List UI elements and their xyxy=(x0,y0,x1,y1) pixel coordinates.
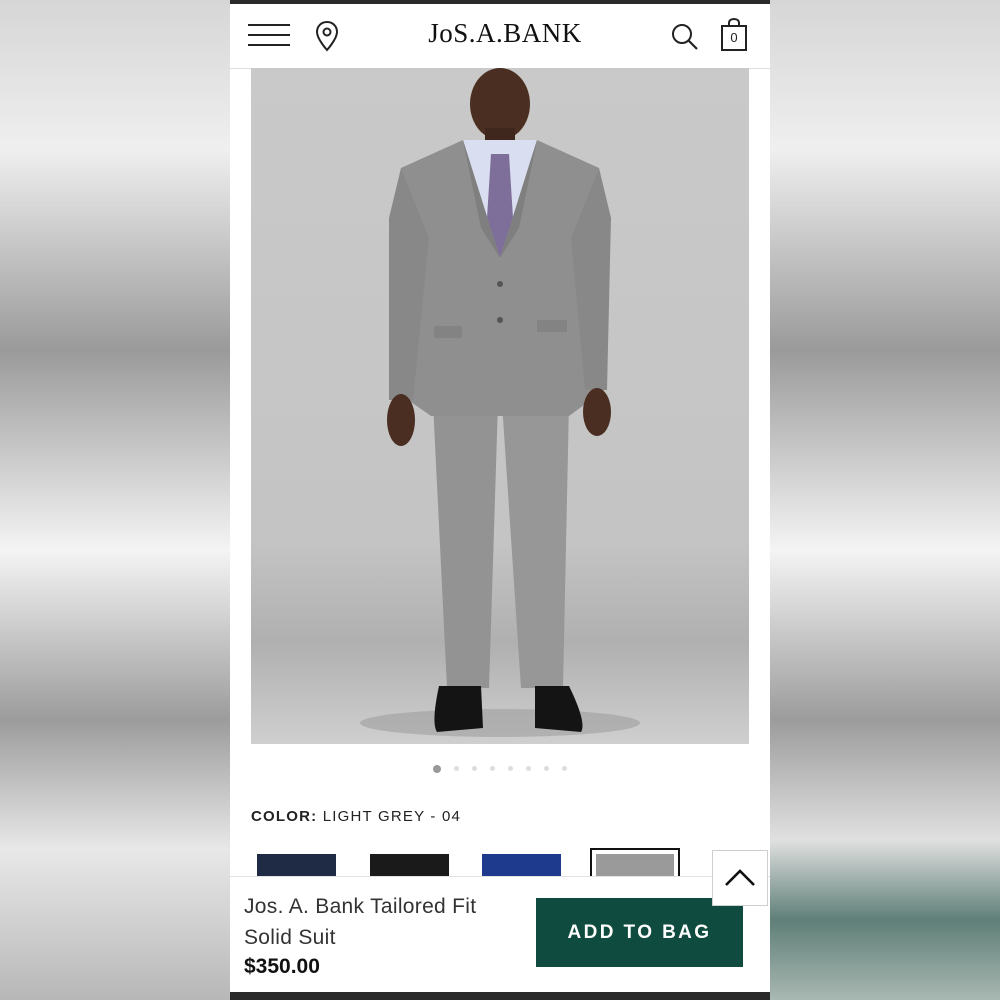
carousel-dot[interactable] xyxy=(454,766,459,772)
product-image[interactable] xyxy=(251,68,749,744)
site-header: JoS.A.BANK 0 xyxy=(230,4,770,69)
carousel-dot[interactable] xyxy=(472,766,477,772)
brand-logo[interactable]: JoS.A.BANK xyxy=(420,18,590,49)
swatch-navy[interactable] xyxy=(257,854,336,878)
swatch-light-grey-fill xyxy=(596,854,674,876)
carousel-dot[interactable] xyxy=(508,766,513,772)
scroll-to-top-button[interactable] xyxy=(712,850,768,906)
carousel-dot[interactable] xyxy=(562,766,567,772)
color-selection-label: COLOR: LIGHT GREY - 04 xyxy=(251,808,461,825)
swatch-black[interactable] xyxy=(370,854,449,878)
color-value: LIGHT GREY - 04 xyxy=(322,808,462,825)
carousel-dot[interactable] xyxy=(433,764,441,773)
hamburger-menu-icon[interactable] xyxy=(248,20,292,50)
carousel-dot[interactable] xyxy=(544,766,549,772)
chevron-up-icon xyxy=(725,869,755,886)
carousel-dot[interactable] xyxy=(490,766,495,772)
carousel-indicator[interactable] xyxy=(230,760,770,773)
system-nav-bar xyxy=(230,992,770,1000)
shopping-bag-icon[interactable]: 0 xyxy=(720,18,748,52)
search-icon[interactable] xyxy=(670,22,700,52)
carousel-dot[interactable] xyxy=(526,766,531,772)
bag-count: 0 xyxy=(730,30,738,45)
location-pin-icon[interactable] xyxy=(314,20,340,52)
color-label: COLOR: xyxy=(251,808,318,825)
product-price: $350.00 xyxy=(244,955,320,978)
swatch-blue[interactable] xyxy=(482,854,561,878)
mobile-page: JoS.A.BANK 0 COLOR: LIGHT GREY - 04 Jos.… xyxy=(230,0,770,1000)
add-to-bag-button[interactable]: ADD TO BAG xyxy=(536,898,743,967)
product-name: Jos. A. Bank Tailored Fit Solid Suit xyxy=(244,895,477,949)
background-right xyxy=(770,0,1000,1000)
sticky-purchase-bar: Jos. A. Bank Tailored Fit Solid Suit $35… xyxy=(230,876,770,993)
